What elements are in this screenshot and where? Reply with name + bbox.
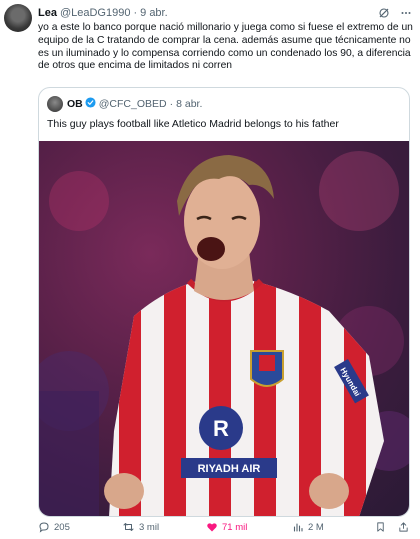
quoted-author-name: OB [67,98,83,110]
more-icon[interactable] [400,7,412,19]
grok-icon[interactable] [378,7,390,19]
verified-icon [85,97,96,111]
repost-button[interactable]: 3 mil [122,521,159,533]
separator-dot: · [133,7,138,19]
reply-button[interactable]: 205 [38,521,70,533]
tweet-header: Lea @LeaDG1990 · 9 abr. [38,5,412,21]
share-icon [398,521,409,533]
sponsor-text: RIYADH AIR [198,463,261,475]
author-name[interactable]: Lea [38,7,57,19]
like-button[interactable]: 71 mil [206,521,247,533]
author-handle[interactable]: @LeaDG1990 [60,7,131,19]
tweet[interactable]: Lea @LeaDG1990 · 9 abr. yo a este lo ban… [0,0,420,539]
share-button[interactable] [398,521,409,533]
separator-dot: · [169,98,174,110]
like-count: 71 mil [222,521,248,533]
quoted-header: OB @CFC_OBED · 8 abr. [47,96,202,112]
repost-count: 3 mil [139,521,160,533]
quoted-photo[interactable]: R RIYADH AIR Hyundai [39,141,409,516]
author-avatar[interactable] [4,4,32,32]
reply-icon [38,521,50,533]
quoted-author-handle: @CFC_OBED [98,98,167,110]
views-button[interactable]: 2 M [292,521,324,533]
repost-icon [122,521,135,533]
player-illustration: R RIYADH AIR Hyundai [39,151,409,516]
like-icon [206,521,218,533]
quoted-tweet[interactable]: OB @CFC_OBED · 8 abr. This guy plays foo… [38,87,410,517]
views-count: 2 M [308,521,324,533]
views-icon [292,521,304,533]
quoted-avatar[interactable] [47,96,63,112]
quoted-timestamp: 8 abr. [176,98,203,110]
header-actions [378,7,412,19]
tweet-text: yo a este lo banco porque nació millonar… [38,22,413,72]
bookmark-button[interactable] [375,521,386,533]
quoted-text: This guy plays football like Atletico Ma… [47,118,339,130]
tweet-actions: 205 3 mil 71 mil 2 M [38,521,414,535]
bookmark-icon [375,521,386,533]
svg-text:R: R [213,416,229,441]
tweet-timestamp[interactable]: 9 abr. [140,7,168,19]
reply-count: 205 [54,521,70,533]
